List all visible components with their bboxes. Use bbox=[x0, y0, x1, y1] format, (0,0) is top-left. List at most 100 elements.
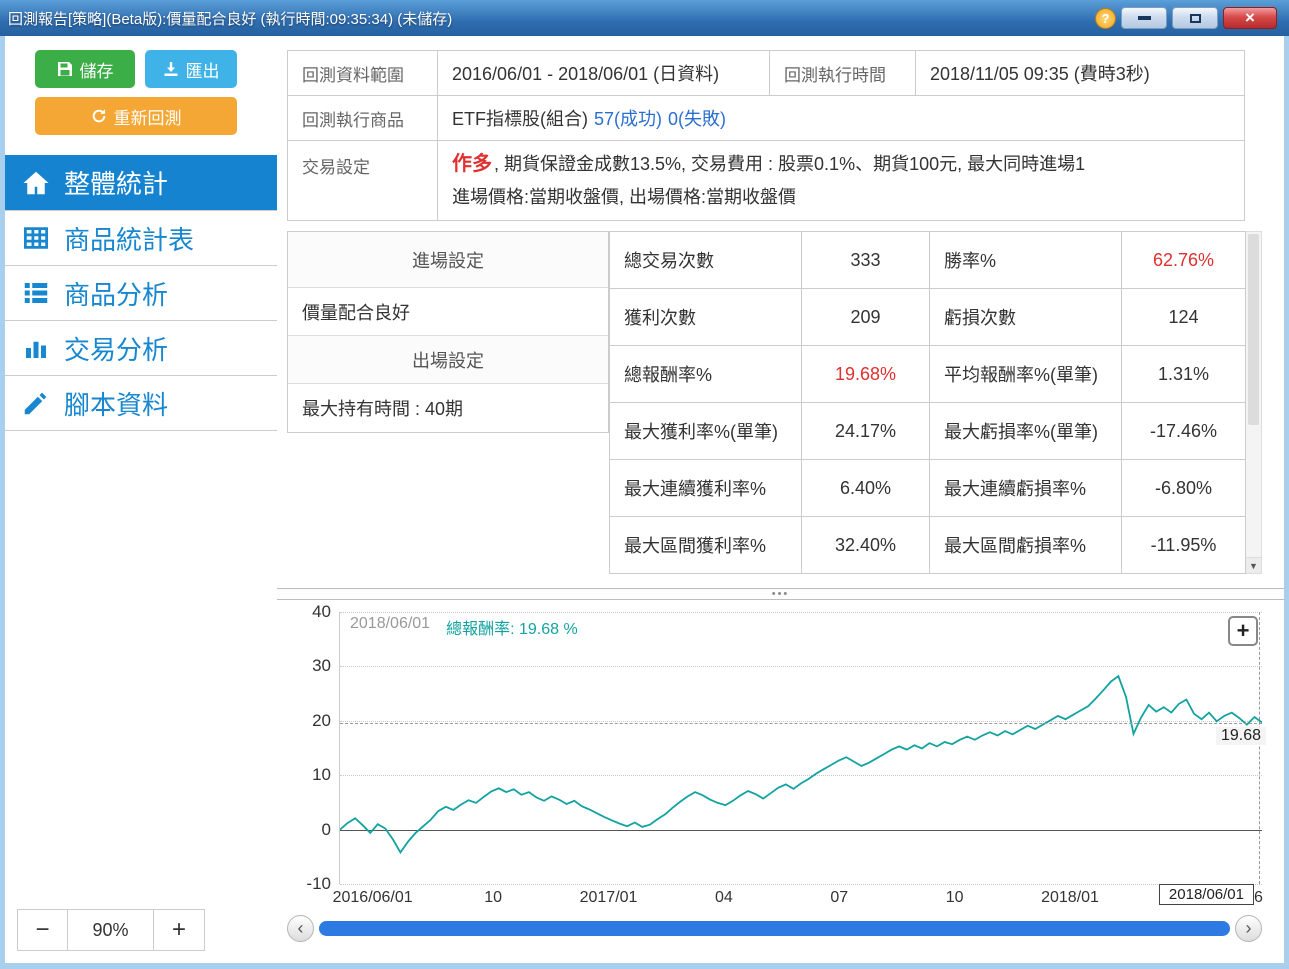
stat-label: 勝率% bbox=[930, 232, 1122, 289]
bar-chart-icon bbox=[26, 341, 46, 358]
stats-scrollbar[interactable]: ▼ bbox=[1246, 231, 1262, 574]
sidebar-item-script-data[interactable]: 腳本資料 bbox=[5, 375, 277, 430]
scroll-right-button[interactable]: › bbox=[1235, 915, 1262, 942]
trade-settings-line2: 進場價格:當期收盤價, 出場價格:當期收盤價 bbox=[452, 187, 797, 208]
trade-settings-value: 作多, 期貨保證金成數13.5%, 交易費用 : 股票0.1%、期貨100元, … bbox=[438, 141, 1245, 221]
window-title: 回測報告[策略](Beta版):價量配合良好 (執行時間:09:35:34) (… bbox=[8, 10, 453, 28]
stat-value: 24.17% bbox=[802, 403, 930, 460]
sidebar-item-overall-stats[interactable]: 整體統計 bbox=[5, 155, 277, 210]
stat-label: 最大連續獲利率% bbox=[610, 460, 802, 517]
stat-value: 124 bbox=[1122, 289, 1246, 346]
window-content: 儲存 匯出 重新回測 整體統計 商品統計表 商品分析 交易分析 腳本資料 − 9… bbox=[5, 36, 1284, 963]
x-axis-label: 2017/01 bbox=[579, 889, 638, 906]
help-button[interactable]: ? bbox=[1095, 7, 1116, 29]
zoom-level: 90% bbox=[68, 910, 154, 950]
chart-plot-area[interactable]: 2018/06/01 總報酬率: 19.68 % + 19.68 bbox=[339, 612, 1266, 885]
chart-section: 40 30 20 10 0 -10 2018/06/01 總報酬率: 19.68 % + … bbox=[287, 600, 1266, 963]
home-icon bbox=[23, 171, 49, 194]
settings-rest: , 期貨保證金成數13.5%, 交易費用 : 股票0.1%、期貨100元, 最大… bbox=[494, 154, 1086, 175]
x-axis-label: 2018/01 bbox=[1041, 889, 1099, 906]
table-icon bbox=[24, 227, 48, 249]
stat-value: -11.95% bbox=[1122, 517, 1246, 574]
y-axis-label: 40 bbox=[312, 602, 331, 621]
sidebar-item-product-stats-table[interactable]: 商品統計表 bbox=[5, 210, 277, 265]
conditions-panel: 進場設定 價量配合良好 出場設定 最大持有時間 : 40期 bbox=[287, 231, 609, 433]
scrollbar-track[interactable] bbox=[319, 921, 1230, 936]
exec-time-label: 回測執行時間 bbox=[770, 51, 916, 96]
chart-end-value-label: 19.68 bbox=[1215, 726, 1266, 745]
y-axis-label: 10 bbox=[312, 765, 331, 785]
chart-legend: 2018/06/01 總報酬率: 19.68 % bbox=[346, 614, 582, 640]
main-panel: 回測資料範圍 2016/06/01 - 2018/06/01 (日資料) 回測執… bbox=[277, 36, 1284, 963]
legend-date: 2018/06/01 bbox=[350, 615, 431, 632]
chart-wrap: 40 30 20 10 0 -10 2018/06/01 總報酬率: 19.68 % + … bbox=[287, 602, 1266, 893]
backtest-info-table: 回測資料範圍 2016/06/01 - 2018/06/01 (日資料) 回測執… bbox=[287, 50, 1245, 221]
range-label: 回測資料範圍 bbox=[288, 51, 438, 96]
save-button[interactable]: 儲存 bbox=[35, 50, 135, 88]
x-axis-label: 2016/06/01 bbox=[332, 889, 413, 906]
restore-icon bbox=[1189, 13, 1201, 23]
y-axis-label: 20 bbox=[312, 710, 331, 730]
product-success-link[interactable]: 57(成功) bbox=[594, 105, 662, 131]
zoom-in-button[interactable]: + bbox=[154, 910, 204, 950]
restore-button[interactable] bbox=[1172, 7, 1218, 29]
chart-y-axis: 40 30 20 10 0 -10 bbox=[287, 602, 339, 893]
sidebar-nav: 整體統計 商品統計表 商品分析 交易分析 腳本資料 bbox=[5, 155, 277, 431]
list-icon bbox=[24, 283, 48, 303]
product-label: 回測執行商品 bbox=[288, 96, 438, 141]
sidebar-item-product-analysis[interactable]: 商品分析 bbox=[5, 265, 277, 320]
product-fail-link[interactable]: 0(失敗) bbox=[668, 105, 726, 131]
window-controls: ? × bbox=[1095, 7, 1277, 29]
x-axis-label: 10 bbox=[484, 889, 503, 906]
pencil-icon bbox=[24, 392, 47, 415]
stat-label: 最大獲利率%(單筆) bbox=[610, 403, 802, 460]
scroll-left-button[interactable]: ‹ bbox=[287, 915, 314, 942]
stats-scroll-down-button[interactable]: ▼ bbox=[1246, 557, 1261, 573]
export-icon bbox=[164, 62, 177, 76]
export-button[interactable]: 匯出 bbox=[145, 50, 237, 88]
export-button-label: 匯出 bbox=[185, 61, 220, 81]
stat-label: 最大連續虧損率% bbox=[930, 460, 1122, 517]
x-axis-label: 04 bbox=[714, 889, 733, 906]
close-button[interactable]: × bbox=[1223, 7, 1277, 29]
chart-date-tooltip: 2018/06/01 bbox=[1158, 884, 1254, 905]
stat-value: 6.40% bbox=[802, 460, 930, 517]
stat-value: 333 bbox=[802, 232, 930, 289]
stat-value: -17.46% bbox=[1122, 403, 1246, 460]
statistics-table: 總交易次數 333 勝率% 62.76% 獲利次數 209 虧損次數 124 總… bbox=[609, 231, 1246, 574]
x-axis-label: 07 bbox=[830, 889, 849, 906]
stat-label: 最大虧損率%(單筆) bbox=[930, 403, 1122, 460]
zoom-out-button[interactable]: − bbox=[18, 910, 68, 950]
stat-label: 平均報酬率%(單筆) bbox=[930, 346, 1122, 403]
stat-value: 62.76% bbox=[1122, 232, 1246, 289]
stats-scrollbar-thumb[interactable] bbox=[1248, 234, 1259, 425]
rerun-backtest-button[interactable]: 重新回測 bbox=[35, 97, 237, 135]
chart-zoom-in-button[interactable]: + bbox=[1228, 616, 1258, 646]
stat-label: 總報酬率% bbox=[610, 346, 802, 403]
trade-settings-line1: 作多, 期貨保證金成數13.5%, 交易費用 : 股票0.1%、期貨100元, … bbox=[452, 147, 1085, 182]
stat-value: 32.40% bbox=[802, 517, 930, 574]
direction-value: 作多 bbox=[452, 153, 492, 176]
y-axis-label: 30 bbox=[312, 656, 331, 676]
ui-zoom-control: − 90% + bbox=[17, 909, 205, 951]
minimize-button[interactable] bbox=[1121, 7, 1167, 29]
app-window: 回測報告[策略](Beta版):價量配合良好 (執行時間:09:35:34) (… bbox=[0, 0, 1289, 969]
panel-resize-handle[interactable]: ••• bbox=[277, 588, 1284, 600]
crosshair-horizontal bbox=[340, 722, 1262, 724]
entry-settings-value: 價量配合良好 bbox=[288, 288, 608, 336]
titlebar: 回測報告[策略](Beta版):價量配合良好 (執行時間:09:35:34) (… bbox=[0, 0, 1289, 36]
stat-value: -6.80% bbox=[1122, 460, 1246, 517]
y-axis-label: -10 bbox=[306, 874, 331, 893]
legend-value: 總報酬率: 19.68 % bbox=[446, 621, 578, 638]
sidebar-item-trade-analysis[interactable]: 交易分析 bbox=[5, 320, 277, 375]
stat-value: 1.31% bbox=[1122, 346, 1246, 403]
range-value: 2016/06/01 - 2018/06/01 (日資料) bbox=[438, 51, 770, 96]
exit-settings-value: 最大持有時間 : 40期 bbox=[302, 399, 464, 419]
product-name: ETF指標股(組合) bbox=[452, 109, 588, 129]
scrollbar-thumb[interactable] bbox=[319, 921, 1230, 936]
chart-horizontal-scrollbar: ‹ › bbox=[287, 915, 1262, 942]
stat-value: 19.68% bbox=[802, 346, 930, 403]
sidebar: 儲存 匯出 重新回測 整體統計 商品統計表 商品分析 交易分析 腳本資料 − 9… bbox=[5, 36, 277, 963]
return-line-series bbox=[340, 674, 1262, 855]
sidebar-item-label: 商品統計表 bbox=[64, 224, 195, 255]
